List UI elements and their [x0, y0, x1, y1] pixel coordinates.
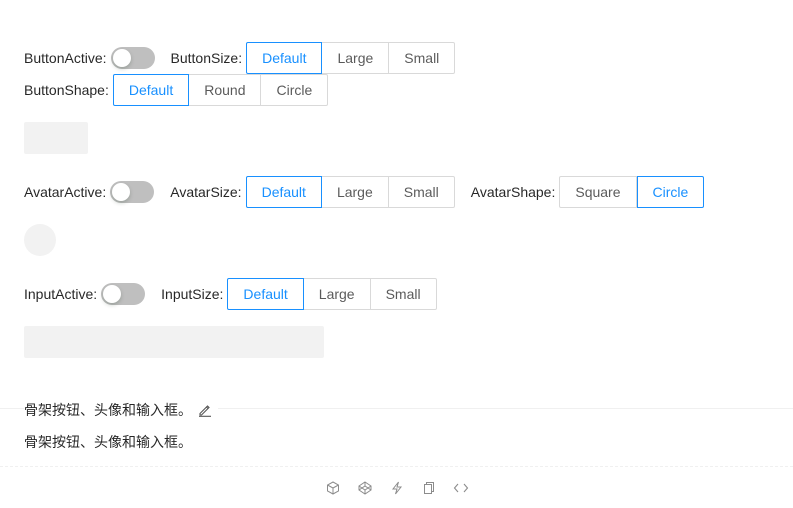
avatar-size-small[interactable]: Small [388, 176, 455, 208]
switch-knob [112, 183, 131, 201]
button-size-label: ButtonSize: [170, 50, 243, 66]
edit-icon[interactable] [198, 403, 212, 417]
code-actions [0, 478, 793, 498]
button-size-group: Default Large Small [246, 42, 456, 74]
input-controls-row: InputActive: InputSize: Default Large Sm… [24, 278, 453, 310]
skeleton-button [24, 122, 88, 154]
avatar-shape-square[interactable]: Square [559, 176, 637, 208]
input-size-label: InputSize: [161, 286, 224, 302]
input-active-label: InputActive: [24, 286, 98, 302]
avatar-active-switch[interactable] [110, 181, 155, 203]
input-size-small[interactable]: Small [370, 278, 437, 310]
button-active-switch[interactable] [110, 47, 155, 69]
input-size-group: Default Large Small [227, 278, 437, 310]
input-active-switch[interactable] [101, 283, 146, 305]
switch-knob [103, 285, 122, 303]
button-shape-group: Default Round Circle [112, 74, 329, 106]
button-controls-row: ButtonActive: ButtonSize: Default Large … [24, 42, 471, 74]
avatar-size-large[interactable]: Large [321, 176, 389, 208]
avatar-shape-group: Square Circle [559, 176, 705, 208]
input-size-default[interactable]: Default [227, 278, 304, 310]
button-shape-circle[interactable]: Circle [261, 74, 329, 106]
thunder-icon[interactable] [389, 478, 405, 498]
demo-title-text: 骨架按钮、头像和输入框。 [24, 402, 192, 418]
button-size-large[interactable]: Large [322, 42, 390, 74]
copy-icon[interactable] [421, 478, 437, 498]
button-shape-row: ButtonShape: Default Round Circle [24, 74, 344, 106]
avatar-shape-circle[interactable]: Circle [636, 176, 705, 208]
input-size-large[interactable]: Large [303, 278, 371, 310]
button-shape-round[interactable]: Round [189, 74, 262, 106]
codesandbox-icon[interactable] [325, 478, 341, 498]
button-size-small[interactable]: Small [389, 42, 456, 74]
codepen-icon[interactable] [357, 478, 373, 498]
avatar-shape-label: AvatarShape: [470, 184, 556, 200]
avatar-active-label: AvatarActive: [24, 184, 107, 200]
button-shape-default[interactable]: Default [112, 74, 190, 106]
demo-description: 骨架按钮、头像和输入框。 [24, 434, 192, 450]
avatar-size-default[interactable]: Default [245, 176, 322, 208]
avatar-size-label: AvatarSize: [170, 184, 242, 200]
button-size-default[interactable]: Default [246, 42, 323, 74]
skeleton-input [24, 326, 324, 358]
demo-title: 骨架按钮、头像和输入框。 [24, 400, 218, 420]
skeleton-avatar [24, 224, 56, 256]
avatar-controls-row: AvatarActive: AvatarSize: Default Large … [24, 176, 720, 208]
button-active-label: ButtonActive: [24, 50, 107, 66]
button-shape-label: ButtonShape: [24, 82, 109, 98]
switch-knob [112, 49, 131, 67]
avatar-size-group: Default Large Small [245, 176, 455, 208]
code-icon[interactable] [453, 478, 469, 498]
actions-divider [0, 466, 793, 467]
